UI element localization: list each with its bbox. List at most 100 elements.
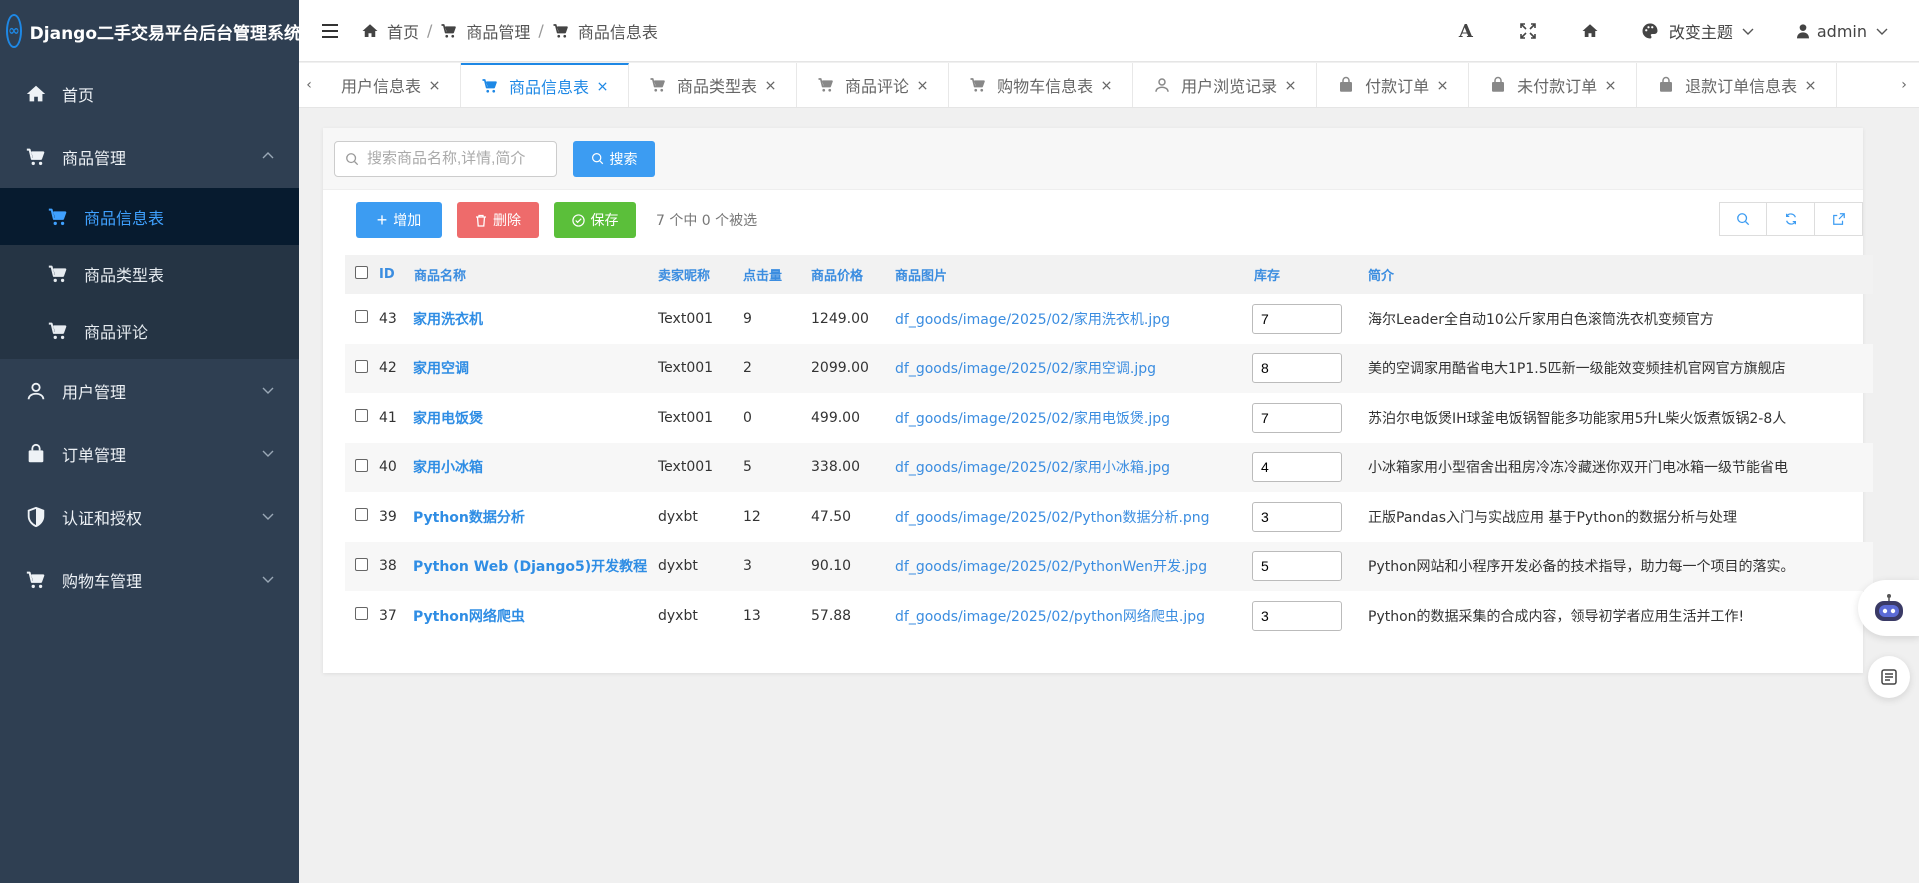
tab-paid-orders[interactable]: 付款订单 xyxy=(1317,63,1470,107)
row-checkbox[interactable] xyxy=(355,557,368,571)
stock-input[interactable] xyxy=(1252,501,1342,532)
fullscreen-icon[interactable] xyxy=(1497,23,1559,39)
cell-name-link[interactable]: 家用空调 xyxy=(413,344,658,394)
cell-price: 1249.00 xyxy=(811,310,869,327)
cell-name-link[interactable]: 家用洗衣机 xyxy=(413,294,658,344)
sidebar-item-auth[interactable]: 认证和授权 xyxy=(0,485,299,548)
user-icon xyxy=(1796,24,1809,39)
column-header-name[interactable]: 商品名称 xyxy=(413,255,658,294)
tab-browse-history[interactable]: 用户浏览记录 xyxy=(1133,63,1318,107)
sidebar-item-cart-management[interactable]: 购物车管理 xyxy=(0,548,299,611)
close-icon[interactable] xyxy=(1285,76,1296,95)
search-input[interactable] xyxy=(367,150,547,167)
cell-name-link[interactable]: Python Web (Django5)开发教程 xyxy=(413,542,658,592)
theme-label: 改变主题 xyxy=(1668,23,1733,42)
menu-toggle-icon[interactable] xyxy=(299,0,361,62)
row-checkbox[interactable] xyxy=(355,458,368,472)
cell-image-link[interactable]: df_goods/image/2025/02/家用电饭煲.jpg xyxy=(895,393,1252,443)
refresh-button[interactable] xyxy=(1767,202,1815,236)
notes-icon[interactable] xyxy=(1868,656,1910,698)
close-icon[interactable] xyxy=(1437,76,1448,95)
tab-goods-type[interactable]: 商品类型表 xyxy=(629,63,798,107)
column-header-clicks[interactable]: 点击量 xyxy=(743,255,811,294)
close-icon[interactable] xyxy=(429,76,440,95)
cell-seller: dyxbt xyxy=(658,508,698,525)
search-field[interactable] xyxy=(334,140,557,177)
search-button[interactable]: 搜索 xyxy=(573,140,655,177)
cell-image-link[interactable]: df_goods/image/2025/02/家用空调.jpg xyxy=(895,344,1252,394)
cell-image-link[interactable]: df_goods/image/2025/02/PythonWen开发.jpg xyxy=(895,542,1252,592)
cell-image-link[interactable]: df_goods/image/2025/02/家用小冰箱.jpg xyxy=(895,443,1252,493)
close-icon[interactable] xyxy=(917,76,928,95)
cell-clicks: 2 xyxy=(743,360,752,377)
cell-image-link[interactable]: df_goods/image/2025/02/python网络爬虫.jpg xyxy=(895,591,1252,641)
cell-name-link[interactable]: Python网络爬虫 xyxy=(413,591,658,641)
close-icon[interactable] xyxy=(1805,76,1816,95)
stock-input[interactable] xyxy=(1252,353,1342,384)
table-row: 40 家用小冰箱 Text001 5 338.00 df_goods/image… xyxy=(345,442,1873,493)
stock-input[interactable] xyxy=(1252,600,1342,631)
delete-button[interactable]: 删除 xyxy=(457,202,539,238)
sidebar-item-goods-info[interactable]: 商品信息表 xyxy=(0,188,299,245)
row-checkbox[interactable] xyxy=(355,359,368,373)
row-checkbox[interactable] xyxy=(355,409,368,423)
close-icon[interactable] xyxy=(597,77,608,96)
cell-id: 41 xyxy=(379,409,397,426)
robot-assistant-icon[interactable] xyxy=(1858,580,1919,636)
tab-refund-orders[interactable]: 退款订单信息表 xyxy=(1637,63,1838,107)
tab-scroll-left-icon[interactable]: ‹ xyxy=(299,63,319,107)
tab-unpaid-orders[interactable]: 未付款订单 xyxy=(1469,63,1638,107)
close-icon[interactable] xyxy=(1101,76,1112,95)
sidebar-item-goods-management[interactable]: 商品管理 xyxy=(0,125,299,188)
home-icon[interactable] xyxy=(1559,22,1621,40)
close-icon[interactable] xyxy=(1605,76,1616,95)
sidebar-item-goods-comment[interactable]: 商品评论 xyxy=(0,302,299,359)
cell-id: 42 xyxy=(379,360,397,377)
chevron-down-icon xyxy=(261,572,275,586)
sidebar-item-order-management[interactable]: 订单管理 xyxy=(0,422,299,485)
column-header-intro[interactable]: 简介 xyxy=(1368,255,1873,294)
table-row: 37 Python网络爬虫 dyxbt 13 57.88 df_goods/im… xyxy=(345,591,1873,641)
tab-goods-comment[interactable]: 商品评论 xyxy=(797,63,950,107)
cell-price: 499.00 xyxy=(811,409,860,426)
cell-name-link[interactable]: Python数据分析 xyxy=(413,492,658,542)
row-checkbox[interactable] xyxy=(355,607,368,621)
breadcrumb-goods-management[interactable]: 商品管理 xyxy=(466,19,530,43)
export-button[interactable] xyxy=(1815,202,1863,236)
row-checkbox[interactable] xyxy=(355,508,368,522)
add-button[interactable]: + 增加 xyxy=(356,202,442,238)
select-all-checkbox[interactable] xyxy=(355,266,368,279)
row-checkbox[interactable] xyxy=(355,310,368,324)
column-header-image[interactable]: 商品图片 xyxy=(895,255,1252,294)
chevron-down-icon xyxy=(1741,24,1755,38)
breadcrumb-home[interactable]: 首页 xyxy=(387,19,419,43)
sidebar-item-user-management[interactable]: 用户管理 xyxy=(0,359,299,422)
column-header-stock[interactable]: 库存 xyxy=(1252,255,1368,294)
theme-switcher[interactable]: 改变主题 xyxy=(1641,19,1755,43)
tab-user-info[interactable]: 用户信息表 xyxy=(319,63,462,107)
stock-input[interactable] xyxy=(1252,303,1342,334)
save-button[interactable]: 保存 xyxy=(554,202,636,238)
stock-input[interactable] xyxy=(1252,402,1342,433)
toggle-search-button[interactable] xyxy=(1719,202,1767,236)
tab-goods-info[interactable]: 商品信息表 xyxy=(461,63,630,107)
cell-seller: dyxbt xyxy=(658,607,698,624)
cell-name-link[interactable]: 家用电饭煲 xyxy=(413,393,658,443)
column-header-price[interactable]: 商品价格 xyxy=(811,255,895,294)
font-size-icon[interactable]: A xyxy=(1435,21,1497,42)
tab-scroll-right-icon[interactable]: › xyxy=(1889,63,1919,107)
cell-image-link[interactable]: df_goods/image/2025/02/Python数据分析.png xyxy=(895,492,1252,542)
column-header-seller[interactable]: 卖家昵称 xyxy=(658,255,743,294)
close-icon[interactable] xyxy=(765,76,776,95)
stock-input[interactable] xyxy=(1252,551,1342,582)
user-menu[interactable]: admin xyxy=(1795,22,1889,41)
stock-input[interactable] xyxy=(1252,452,1342,483)
sidebar-item-home[interactable]: 首页 xyxy=(0,62,299,125)
tab-cart-info[interactable]: 购物车信息表 xyxy=(949,63,1134,107)
cell-image-link[interactable]: df_goods/image/2025/02/家用洗衣机.jpg xyxy=(895,294,1252,344)
column-header-id[interactable]: ID xyxy=(379,255,413,294)
sidebar-item-goods-type[interactable]: 商品类型表 xyxy=(0,245,299,302)
cell-name-link[interactable]: 家用小冰箱 xyxy=(413,443,658,493)
cart-icon xyxy=(552,22,570,40)
chevron-down-icon xyxy=(261,509,275,523)
